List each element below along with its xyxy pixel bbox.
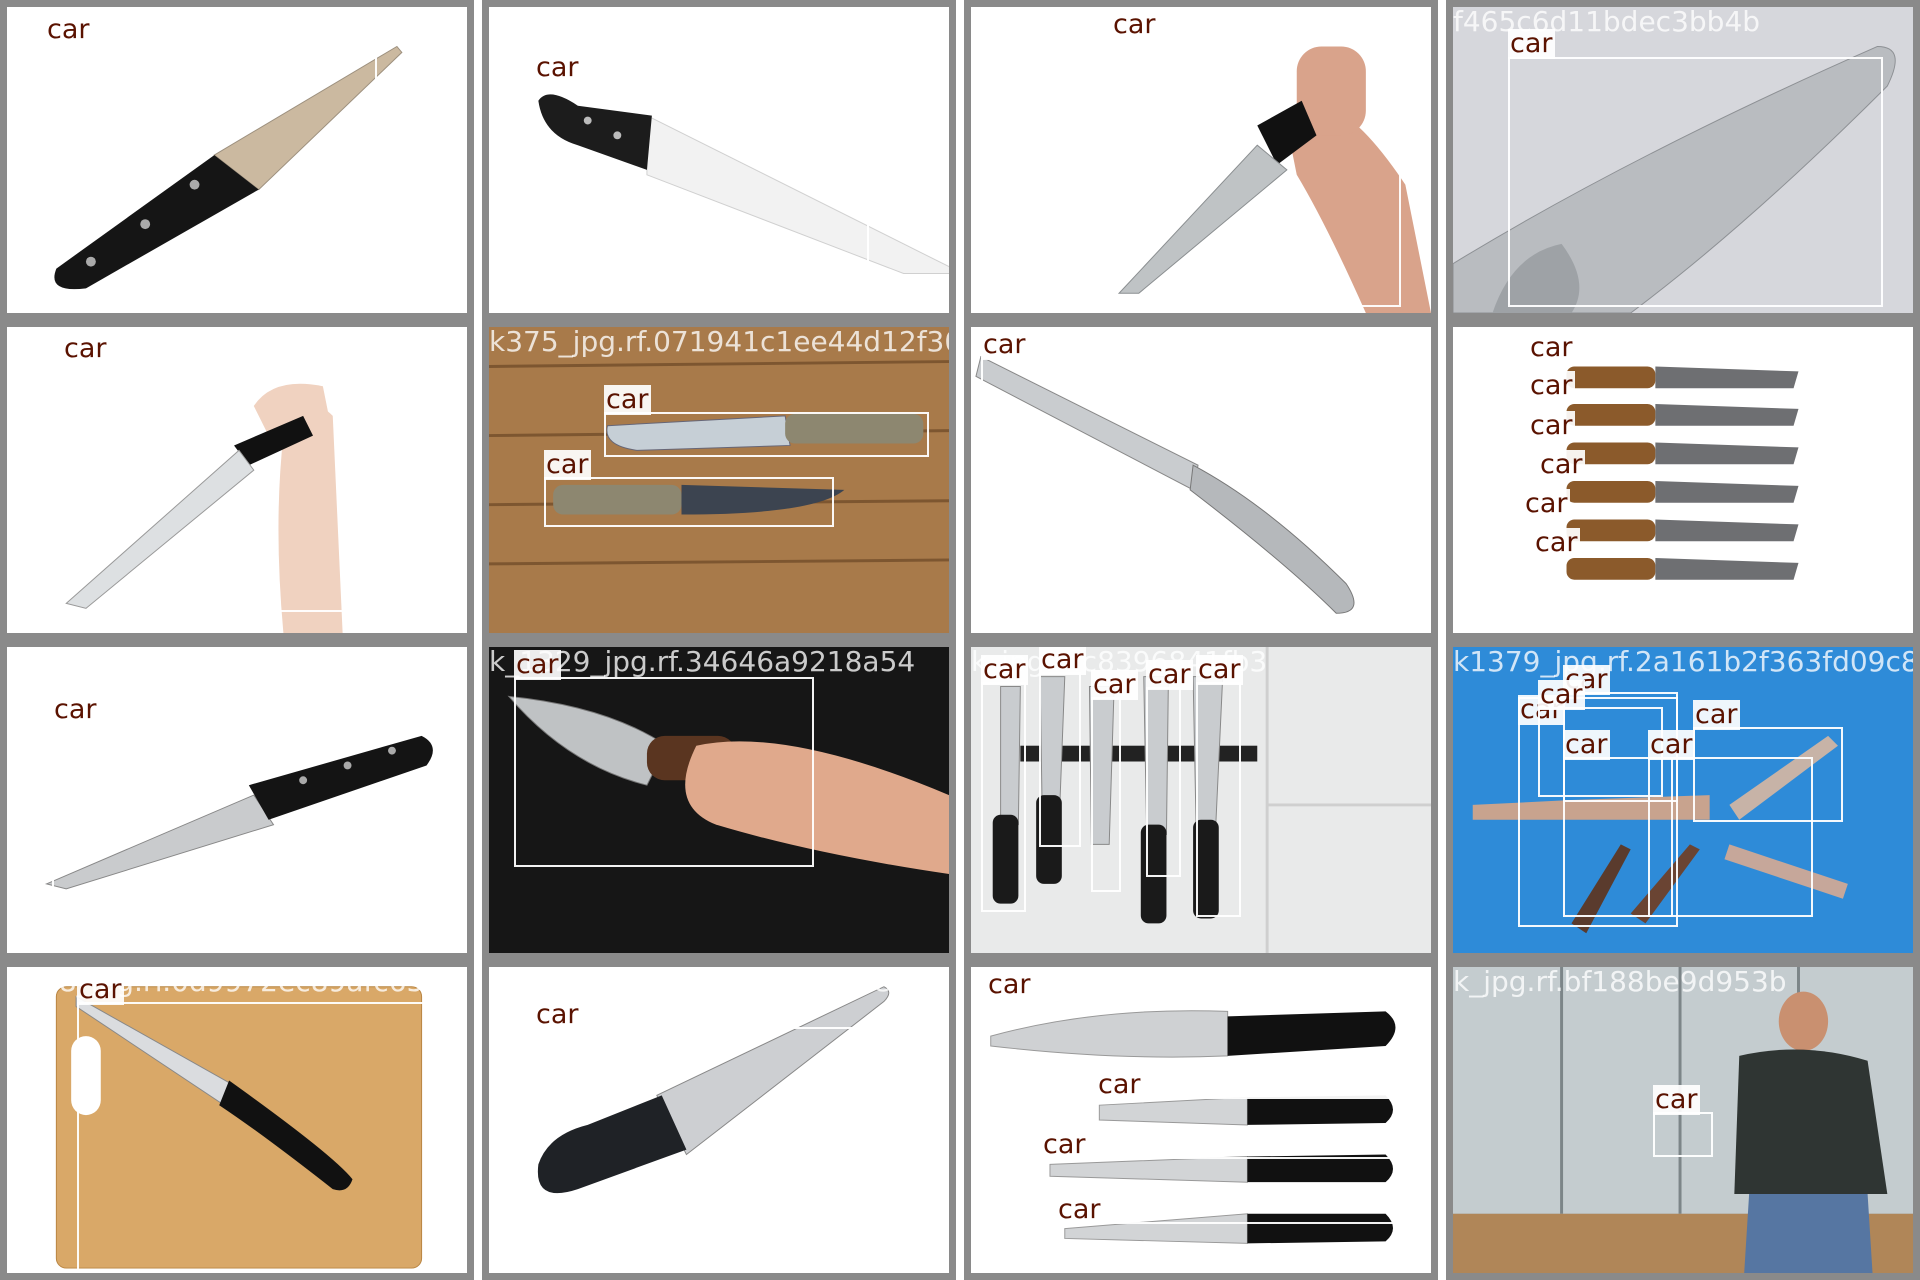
image-tile: k_jpg.rf.37c59cf924dde4eafc6 car — [964, 320, 1438, 640]
image-tile: k9 _jpg.rf.fc197aa57bead6f752 car — [0, 0, 474, 320]
class-label: car — [45, 14, 92, 45]
image-tile: k1379_jpg.rf.2a161b2f363fd09c8 car car car c… — [1446, 640, 1920, 960]
class-label: car — [1693, 699, 1740, 730]
image-tile: k_jpg.rf.bf188be9d953b car — [1446, 960, 1920, 1280]
class-label: car — [1528, 332, 1575, 363]
class-label: car — [1096, 1069, 1143, 1100]
bounding-box — [1648, 757, 1813, 917]
class-label: car — [1041, 1129, 1088, 1160]
class-label: car — [62, 333, 109, 364]
class-label: car — [1056, 1194, 1103, 1225]
bounding-box — [544, 477, 834, 527]
class-label: car — [1111, 9, 1158, 40]
bounding-box — [1508, 57, 1883, 307]
bounding-box — [1111, 37, 1401, 307]
class-label: car — [1523, 488, 1570, 519]
image-tile: k418_jpg.rf.0d9972ec89afc650db car — [0, 960, 474, 1280]
mosaic-grid: k9 _jpg.rf.fc197aa57bead6f752 car k2743_jp… — [0, 0, 1920, 1280]
class-label: car — [1146, 659, 1193, 690]
bounding-box — [534, 82, 869, 267]
class-label: car — [534, 52, 581, 83]
class-label: car — [1538, 679, 1585, 710]
class-label: car — [544, 449, 591, 480]
class-label: car — [1653, 1084, 1700, 1115]
class-label: car — [1538, 449, 1585, 480]
bounding-box — [1091, 697, 1121, 892]
bounding-box — [77, 1002, 447, 1272]
class-label: car — [52, 694, 99, 725]
class-label: car — [1039, 644, 1086, 675]
bounding-box — [534, 1027, 869, 1247]
class-label: car — [514, 649, 561, 680]
class-label: car — [1528, 410, 1575, 441]
image-tile: k1687_jpg.rf.9d42ad49dac03a162 car car car c… — [1446, 320, 1920, 640]
bounding-box — [981, 357, 1431, 627]
bounding-box — [1039, 672, 1081, 847]
bounding-box — [1533, 477, 1818, 512]
class-label: car — [1533, 527, 1580, 558]
image-tile: k33_jpg.rf.0f2c1254022bd50006 car — [0, 320, 474, 640]
bounding-box — [604, 412, 929, 457]
bounding-box — [52, 722, 437, 937]
class-label: car — [981, 329, 1028, 360]
bounding-box — [1056, 1222, 1411, 1272]
image-tile: k375_jpg.rf.071941c1ee44d12f30 car car — [482, 320, 956, 640]
class-label: car — [604, 384, 651, 415]
bounding-box — [1533, 555, 1833, 595]
image-tile: k39_jpg.rf.ec22d11b9bad6 car — [964, 0, 1438, 320]
image-tile: k757_jpg.rf.6340911c956e7ff57d car car car c… — [964, 960, 1438, 1280]
bounding-box — [981, 682, 1026, 912]
image-tile: k240_jpg.rf.5cdadb29f3cf7b1392 car — [0, 640, 474, 960]
class-label: car — [77, 974, 124, 1005]
class-label: car — [1563, 729, 1610, 760]
bounding-box — [986, 997, 1411, 1097]
image-tile: f465c6d11bdec3bb4b car — [1446, 0, 1920, 320]
class-label: car — [1648, 729, 1695, 760]
class-label: car — [1091, 669, 1138, 700]
image-tile: k_jpg.rf.c8396841fb3 car car car car car — [964, 640, 1438, 960]
class-label: car — [534, 999, 581, 1030]
image-tile: k_1329_jpg.rf.34646a9218a54 car — [482, 640, 956, 960]
bounding-box — [514, 677, 814, 867]
bounding-box — [1653, 1112, 1713, 1157]
bounding-box — [45, 42, 377, 297]
class-label: car — [1508, 28, 1555, 59]
image-tile: k2743_jpg.rf.0249aa4f55bbe13a car — [482, 0, 956, 320]
bounding-box — [62, 362, 382, 612]
class-label: car — [1196, 654, 1243, 685]
image-tile: k246_jpg.rf.4e5188c4f4e2be86cd7 car — [482, 960, 956, 1280]
class-label: car — [986, 969, 1033, 1000]
class-label: car — [1528, 370, 1575, 401]
bounding-box — [1146, 687, 1181, 877]
bounding-box — [1096, 1097, 1411, 1147]
bounding-box — [1196, 682, 1241, 917]
class-label: car — [981, 654, 1028, 685]
